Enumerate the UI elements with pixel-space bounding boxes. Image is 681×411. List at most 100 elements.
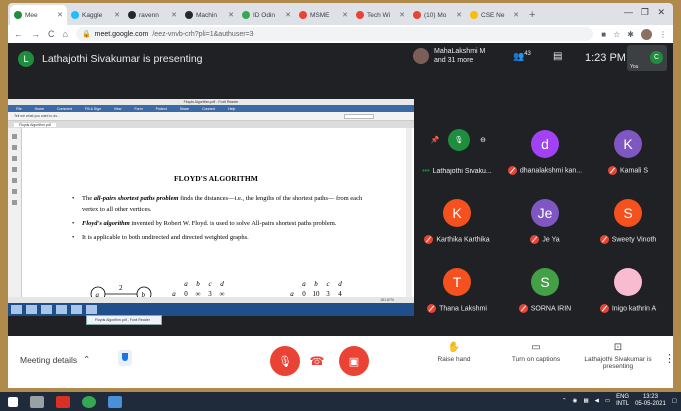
restore-icon[interactable]: ❐ xyxy=(641,7,649,18)
foxit-tell-me: Tell me what you want to do... xyxy=(14,114,61,118)
presenting-button[interactable]: ⊡ Lathajothi Sivakumar is presenting xyxy=(582,342,654,370)
close-window-icon[interactable]: ✕ xyxy=(657,7,665,18)
browser-tab[interactable]: ID Odin ✕ xyxy=(238,5,295,25)
raise-hand-button[interactable]: ✋ Raise hand xyxy=(434,342,474,363)
profile-avatar[interactable] xyxy=(641,28,652,40)
app-icon xyxy=(86,305,97,314)
participant-tile[interactable]: S SORNA IRIN xyxy=(502,258,588,316)
browser-tab[interactable]: Tech Wi ✕ xyxy=(352,5,409,25)
participant-tile[interactable]: Inigo kathrin A xyxy=(585,258,671,316)
microphone-toggle[interactable]: 🎙 xyxy=(270,346,300,376)
meeting-details-button[interactable]: Meeting details ⌃ xyxy=(20,354,90,365)
participant-tile[interactable]: d dhanalakshmi kan... xyxy=(502,120,588,178)
extensions-icon[interactable]: ✱ xyxy=(627,30,634,39)
host-controls-icon[interactable] xyxy=(118,350,132,366)
chrome-icon[interactable] xyxy=(82,395,96,408)
more-options-icon[interactable]: ⋮ xyxy=(664,352,675,365)
leave-call-button[interactable]: ☎ xyxy=(305,349,329,373)
pdf-bullet-1: The all-pairs shortest paths problem fin… xyxy=(72,193,372,215)
clock-tray[interactable]: 13:23 05-05-2021 xyxy=(635,394,666,408)
tray-app-icon[interactable]: ◉ xyxy=(573,398,578,405)
mic-status-icon[interactable]: 🎙 xyxy=(448,129,470,151)
tab-close-icon[interactable]: ✕ xyxy=(342,11,348,19)
participant-name-row: Karthika Karthika xyxy=(414,235,500,244)
minimize-icon[interactable]: — xyxy=(624,7,633,17)
camera-toggle[interactable]: ▣ xyxy=(339,346,369,376)
lock-icon: 🔒 xyxy=(81,31,91,38)
browser-tab[interactable]: ravenn ✕ xyxy=(124,5,181,25)
people-button[interactable]: 👥43 xyxy=(513,51,531,62)
battery-icon[interactable]: ▭ xyxy=(605,398,610,405)
acrobat-icon[interactable] xyxy=(56,395,70,408)
self-avatar: C xyxy=(650,51,663,64)
app-icon xyxy=(41,305,52,314)
tab-close-icon[interactable]: ✕ xyxy=(114,11,120,19)
address-bar[interactable]: 🔒 meet.google.com/eez-vnvb-crh?pli=1&aut… xyxy=(75,27,594,41)
app-icon xyxy=(56,305,67,314)
tab-close-icon[interactable]: ✕ xyxy=(285,11,291,19)
tray-chevron-icon[interactable]: ⌃ xyxy=(562,398,567,405)
foxit-menu-item: Comment xyxy=(56,106,73,111)
participant-tile[interactable]: K Kamali S xyxy=(585,120,671,178)
pin-icon[interactable]: 📌 xyxy=(428,133,442,147)
browser-tab[interactable]: Machin ✕ xyxy=(181,5,238,25)
windows-start-icon[interactable] xyxy=(8,396,18,407)
menu-icon[interactable]: ⋮ xyxy=(659,30,667,39)
browser-tab[interactable]: Kaggle ✕ xyxy=(67,5,124,25)
tab-title: ravenn xyxy=(139,11,159,19)
browser-tab[interactable]: MSME ✕ xyxy=(295,5,352,25)
remove-icon[interactable]: ⊖ xyxy=(476,133,490,147)
meet-top-right: MahaLakshmi M and 31 more 👥43 ▤ 1:23 PM … xyxy=(413,43,673,77)
pinned-participant[interactable]: MahaLakshmi M and 31 more xyxy=(413,47,485,65)
present-icon: ⊡ xyxy=(613,342,623,353)
participant-tile[interactable]: Je Je Ya xyxy=(502,189,588,247)
foxit-doc-tab: Floyds Algorithm.pdf xyxy=(14,122,56,127)
foxit-menu-item: View xyxy=(113,106,122,111)
camera-off-icon: ▣ xyxy=(348,355,360,368)
tile-hover-controls: 📌 🎙 ⊖ xyxy=(428,129,490,151)
tab-close-icon[interactable]: ✕ xyxy=(228,11,234,19)
mic-muted-icon xyxy=(607,166,617,175)
network-icon[interactable]: ▦ xyxy=(583,398,588,405)
url-host: meet.google.com xyxy=(94,30,149,38)
url-path: /eez-vnvb-crh?pli=1&authuser=3 xyxy=(152,30,254,38)
forward-icon[interactable]: → xyxy=(31,29,40,39)
browser-tab[interactable]: Mee ✕ xyxy=(10,5,67,25)
tab-close-icon[interactable]: ✕ xyxy=(456,11,462,19)
home-icon[interactable]: ⌂ xyxy=(63,29,68,39)
presenter-avatar: L xyxy=(18,51,34,67)
notification-icon[interactable]: ▢ xyxy=(672,398,677,405)
volume-icon[interactable]: ◀ xyxy=(595,398,599,405)
chevron-up-icon: ⌃ xyxy=(83,354,91,364)
tab-close-icon[interactable]: ✕ xyxy=(57,11,63,19)
start-icon xyxy=(11,305,22,314)
app-icon xyxy=(26,305,37,314)
tab-close-icon[interactable]: ✕ xyxy=(513,11,519,19)
tab-close-icon[interactable]: ✕ xyxy=(399,11,405,19)
foxit-zoom: 181.67% xyxy=(380,298,394,302)
tab-title: MSME xyxy=(310,11,330,19)
presenting-label: Lathajothi Sivakumar is presenting xyxy=(584,356,652,370)
task-view-icon[interactable] xyxy=(30,395,44,408)
tab-favicon-icon xyxy=(185,11,193,19)
app-taskbar-icon[interactable] xyxy=(108,395,122,408)
self-view-tile[interactable]: You C xyxy=(627,45,667,71)
participant-name-row: Kamali S xyxy=(585,166,671,175)
back-icon[interactable]: ← xyxy=(14,29,23,39)
chat-icon[interactable]: ▤ xyxy=(553,51,562,62)
language-indicator[interactable]: ENG INTL xyxy=(616,394,629,408)
browser-tab[interactable]: CSE Ne ✕ xyxy=(466,5,523,25)
participant-name-row: Je Ya xyxy=(502,235,588,244)
reload-icon[interactable]: C xyxy=(48,29,55,39)
participant-tile[interactable]: T Thana Lakshmi xyxy=(414,258,500,316)
participant-avatar: T xyxy=(443,268,471,296)
camera-blocked-icon[interactable]: ■ xyxy=(601,30,606,39)
star-icon[interactable]: ☆ xyxy=(613,30,620,39)
browser-tab[interactable]: (10) Mo ✕ xyxy=(409,5,466,25)
browser-tab-strip: Mee ✕ Kaggle ✕ ravenn ✕ Machin ✕ ID Odin ✕ MSME ✕ Te… xyxy=(8,3,673,25)
participant-tile[interactable]: S Sweety Vinoth xyxy=(585,189,671,247)
new-tab-button[interactable]: + xyxy=(523,5,541,25)
captions-button[interactable]: ▭ Turn on captions xyxy=(502,342,570,363)
participant-tile[interactable]: K Karthika Karthika xyxy=(414,189,500,247)
tab-close-icon[interactable]: ✕ xyxy=(171,11,177,19)
